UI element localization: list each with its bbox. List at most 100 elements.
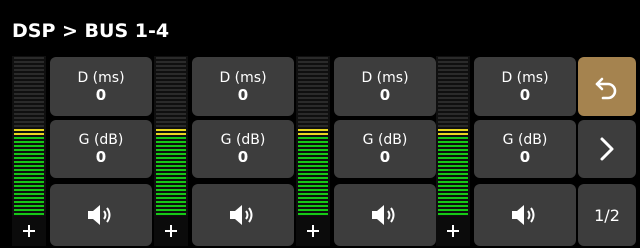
mute-button[interactable] — [50, 184, 152, 246]
gain-button[interactable]: G (dB) 0 — [50, 120, 152, 178]
meter-segment — [156, 77, 186, 79]
bus-channel-1: D (ms) 0 G (dB) 0 — [12, 56, 158, 246]
meter-segment — [438, 125, 468, 127]
meter-segment — [14, 153, 44, 155]
meter-segment — [438, 201, 468, 203]
meter-segment — [14, 101, 44, 103]
meter-segment — [298, 177, 328, 179]
meter-segment — [298, 189, 328, 191]
meter-segment — [14, 129, 44, 131]
meter-segment — [298, 93, 328, 95]
add-button[interactable] — [12, 216, 46, 246]
meter-segment — [438, 209, 468, 211]
meter-segment — [298, 105, 328, 107]
gain-button[interactable]: G (dB) 0 — [474, 120, 576, 178]
bus-channel-4: D (ms) 0 G (dB) 0 — [436, 56, 582, 246]
meter-segment — [438, 149, 468, 151]
meter-segment — [156, 85, 186, 87]
back-button[interactable] — [578, 57, 636, 116]
meter-segment — [156, 133, 186, 135]
delay-button[interactable]: D (ms) 0 — [474, 57, 576, 116]
meter-segment — [156, 121, 186, 123]
meter-segment — [298, 77, 328, 79]
add-button[interactable] — [154, 216, 188, 246]
gain-button[interactable]: G (dB) 0 — [192, 120, 294, 178]
meter-segment — [14, 113, 44, 115]
delay-value: 0 — [95, 85, 107, 104]
meter-segment — [156, 161, 186, 163]
meter-segment — [298, 117, 328, 119]
meter-segment — [298, 145, 328, 147]
gain-value: 0 — [95, 148, 107, 166]
level-meter — [436, 56, 470, 216]
meter-segment — [298, 61, 328, 63]
meter-segment — [14, 125, 44, 127]
meter-segment — [156, 149, 186, 151]
meter-segment — [156, 197, 186, 199]
meter-segment — [298, 161, 328, 163]
gain-value: 0 — [519, 148, 531, 166]
meter-segment — [156, 181, 186, 183]
delay-button[interactable]: D (ms) 0 — [192, 57, 294, 116]
meter-segment — [14, 133, 44, 135]
meter-segment — [298, 157, 328, 159]
meter-segment — [156, 105, 186, 107]
meter-segment — [156, 69, 186, 71]
plus-icon — [447, 225, 459, 237]
meter-segment — [156, 157, 186, 159]
meter-segment — [14, 57, 44, 59]
meter-segment — [14, 157, 44, 159]
meter-segment — [298, 169, 328, 171]
speaker-icon — [230, 205, 253, 225]
meter-segment — [438, 97, 468, 99]
meter-segment — [298, 129, 328, 131]
page-indicator-button[interactable]: 1/2 — [578, 184, 636, 246]
meter-segment — [156, 185, 186, 187]
add-button[interactable] — [296, 216, 330, 246]
gain-button[interactable]: G (dB) 0 — [334, 120, 436, 178]
speaker-icon — [88, 205, 111, 225]
meter-segment — [14, 93, 44, 95]
meter-segment — [14, 185, 44, 187]
mute-button[interactable] — [474, 184, 576, 246]
mute-button[interactable] — [192, 184, 294, 246]
meter-segment — [156, 57, 186, 59]
mute-button[interactable] — [334, 184, 436, 246]
meter-segment — [438, 61, 468, 63]
meter-segment — [14, 149, 44, 151]
meter-segment — [438, 165, 468, 167]
speaker-icon — [372, 205, 395, 225]
delay-button[interactable]: D (ms) 0 — [50, 57, 152, 116]
meter-segment — [14, 189, 44, 191]
delay-label: D (ms) — [219, 69, 267, 86]
meter-segment — [156, 93, 186, 95]
meter-segment — [156, 213, 186, 215]
meter-segment — [156, 97, 186, 99]
meter-segment — [298, 173, 328, 175]
meter-segment — [14, 145, 44, 147]
next-button[interactable] — [578, 120, 636, 178]
meter-segment — [14, 97, 44, 99]
meter-segment — [438, 73, 468, 75]
plus-icon — [165, 225, 177, 237]
page-indicator: 1/2 — [594, 205, 620, 225]
meter-segment — [298, 109, 328, 111]
meter-segment — [298, 73, 328, 75]
meter-segment — [298, 149, 328, 151]
meter-segment — [156, 169, 186, 171]
add-button[interactable] — [436, 216, 470, 246]
meter-segment — [298, 133, 328, 135]
meter-segment — [438, 137, 468, 139]
meter-segment — [156, 65, 186, 67]
plus-icon — [23, 225, 35, 237]
meter-segment — [14, 61, 44, 63]
meter-segment — [298, 57, 328, 59]
meter-segment — [298, 121, 328, 123]
meter-segment — [14, 213, 44, 215]
meter-segment — [14, 177, 44, 179]
delay-button[interactable]: D (ms) 0 — [334, 57, 436, 116]
level-meter — [296, 56, 330, 216]
meter-segment — [156, 173, 186, 175]
meter-segment — [438, 193, 468, 195]
meter-segment — [298, 197, 328, 199]
